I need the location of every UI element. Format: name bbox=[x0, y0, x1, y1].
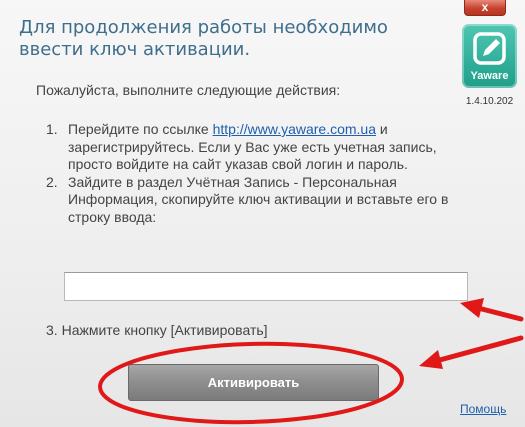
activation-window: x Для продолжения работы необходимо ввес… bbox=[0, 0, 525, 427]
yaware-site-link[interactable]: http://www.yaware.com.ua bbox=[213, 121, 376, 137]
step-1: 1. Перейдите по ссылке http://www.yaware… bbox=[46, 121, 458, 174]
step-number: 2. bbox=[46, 173, 58, 190]
activate-button[interactable]: Активировать bbox=[128, 364, 379, 401]
steps-list: 1. Перейдите по ссылке http://www.yaware… bbox=[46, 121, 458, 226]
annotation-arrow-button bbox=[419, 335, 524, 369]
step-text: Зайдите в раздел Учётная Запись - Персон… bbox=[68, 173, 449, 225]
step-2: 2. Зайдите в раздел Учётная Запись - Пер… bbox=[46, 174, 458, 227]
step-number: 1. bbox=[46, 121, 58, 137]
step-number: 3. bbox=[46, 322, 58, 338]
step-3: 3. Нажмите кнопку [Активировать] bbox=[46, 322, 376, 338]
logo-text: Yaware bbox=[470, 70, 509, 82]
step-1-prefix: Перейдите по ссылке bbox=[68, 121, 213, 137]
step-text: Нажмите кнопку [Активировать] bbox=[61, 322, 268, 338]
version-label: 1.4.10.202 bbox=[465, 96, 514, 107]
pencil-in-square-icon bbox=[473, 32, 506, 65]
yaware-logo: Yaware bbox=[462, 24, 517, 88]
close-icon: x bbox=[481, 0, 489, 14]
window-title: Для продолжения работы необходимо ввести… bbox=[19, 17, 388, 60]
intro-text: Пожалуйста, выполните следующие действия… bbox=[36, 82, 341, 98]
close-button[interactable]: x bbox=[464, 0, 506, 16]
activation-key-input[interactable] bbox=[64, 272, 468, 301]
help-link[interactable]: Помощь bbox=[460, 402, 506, 416]
annotation-arrow-input bbox=[460, 298, 524, 322]
step-text: Перейдите по ссылке http://www.yaware.co… bbox=[68, 121, 458, 174]
